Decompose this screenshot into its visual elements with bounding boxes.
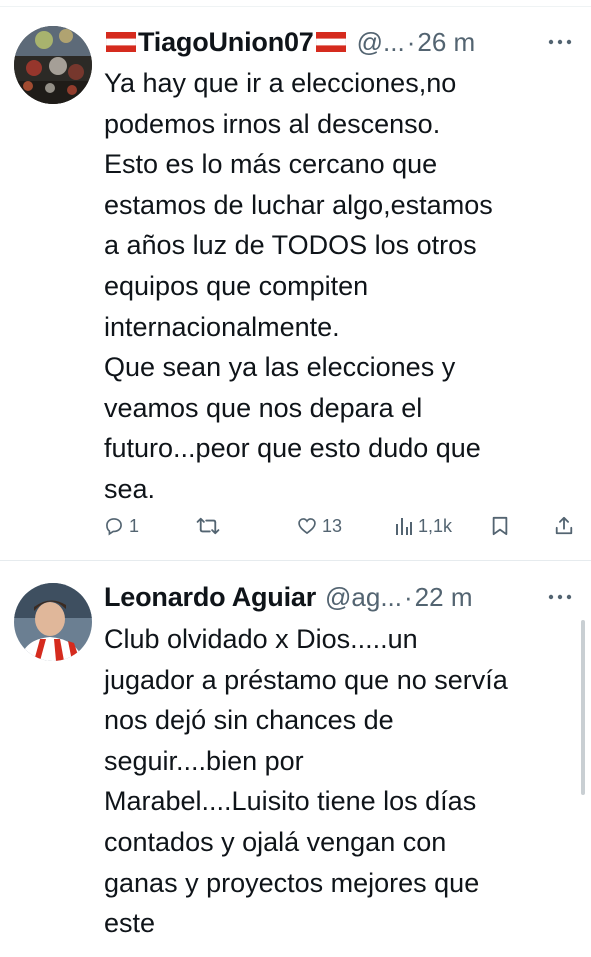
heart-icon: [298, 518, 316, 535]
share-button[interactable]: [554, 509, 574, 543]
views-count: 1,1k: [418, 515, 453, 536]
timestamp[interactable]: 26 m: [417, 27, 475, 58]
flag-icon: [315, 31, 346, 53]
reply-button[interactable]: 1: [104, 509, 139, 543]
flag-icon: [105, 31, 137, 53]
display-name[interactable]: TiagoUnion07: [138, 27, 314, 58]
tweet-text: Ya hay que ir a elecciones,no podemos ir…: [104, 68, 493, 504]
scrollbar-thumb[interactable]: [581, 620, 585, 795]
separator-dot: ·: [406, 26, 416, 57]
separator-dot: ·: [404, 581, 413, 612]
timestamp[interactable]: 22 m: [415, 582, 473, 613]
tweet-header: Leonardo Aguiar @ag... · 22 m: [104, 577, 575, 617]
reply-count: 1: [129, 515, 140, 536]
handle[interactable]: @ag...: [325, 582, 402, 613]
handle[interactable]: @...: [357, 27, 405, 58]
more-options-icon[interactable]: [547, 32, 573, 52]
bookmark-icon: [492, 516, 508, 536]
share-icon: [555, 516, 573, 535]
retweet-icon: [196, 517, 220, 535]
tweet[interactable]: TiagoUnion07 @... · 26 m Ya hay que ir a…: [0, 10, 591, 560]
like-button[interactable]: 13: [297, 509, 342, 543]
bookmark-button[interactable]: [491, 509, 509, 543]
tweet-text: Club olvidado x Dios.....un jugador a pr…: [104, 624, 508, 939]
display-name[interactable]: Leonardo Aguiar: [104, 582, 316, 613]
tweet-header: TiagoUnion07 @... · 26 m: [104, 22, 575, 62]
avatar[interactable]: [14, 583, 92, 661]
tweet-actions: 1 13 1,1k: [104, 509, 578, 543]
reply-icon: [106, 518, 122, 536]
tweet[interactable]: Leonardo Aguiar @ag... · 22 m Club olvid…: [0, 562, 591, 957]
views-chart-icon: [396, 518, 412, 535]
more-options-icon[interactable]: [547, 587, 573, 607]
top-divider: [0, 6, 591, 7]
tweet-divider: [0, 560, 591, 561]
avatar[interactable]: [14, 26, 92, 104]
retweet-button[interactable]: [196, 509, 220, 543]
like-count: 13: [322, 515, 343, 536]
views-button[interactable]: 1,1k: [395, 509, 452, 543]
